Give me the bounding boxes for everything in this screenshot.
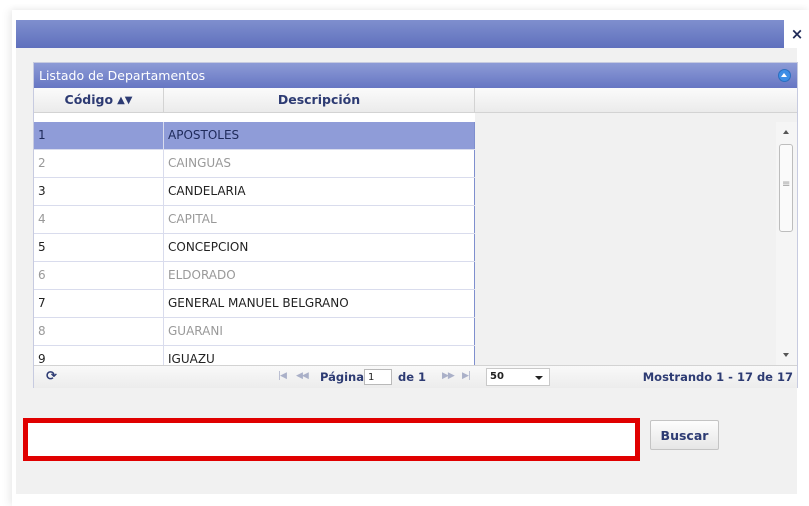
table-row[interactable]: 9 IGUAZU <box>34 346 475 365</box>
column-header-description-label: Descripción <box>277 92 361 107</box>
cell-code: 7 <box>34 290 164 317</box>
cell-code: 3 <box>34 178 164 205</box>
grid-caption: Listado de Departamentos <box>34 63 797 88</box>
search-input[interactable] <box>23 418 640 461</box>
next-page-icon[interactable]: ▶▶ <box>442 371 455 381</box>
cell-description: CONCEPCION <box>164 234 475 261</box>
cell-description: CANDELARIA <box>164 178 475 205</box>
cell-code: 2 <box>34 150 164 177</box>
scroll-thumb[interactable] <box>779 144 793 232</box>
cell-code: 5 <box>34 234 164 261</box>
sort-icon[interactable]: ▲▼ <box>117 89 132 113</box>
pager: ⟳ |◀ ◀◀ Página 1 de 1 ▶▶ ▶| 50 Mostrando… <box>34 365 797 388</box>
scroll-up-icon[interactable] <box>783 130 789 134</box>
cell-code: 1 <box>34 122 164 149</box>
close-icon[interactable]: × <box>785 20 809 48</box>
records-count: Mostrando 1 - 17 de 17 <box>642 370 793 384</box>
table-row[interactable]: 8 GUARANI <box>34 318 475 346</box>
table-row[interactable]: 2 CAINGUAS <box>34 150 475 178</box>
column-headers: Código ▲▼ Descripción <box>34 88 797 113</box>
table-row[interactable]: 3 CANDELARIA <box>34 178 475 206</box>
column-header-code[interactable]: Código ▲▼ <box>34 88 164 112</box>
rows-per-page-select[interactable]: 50 <box>486 368 550 386</box>
grid-rows: 1 APOSTOLES 2 CAINGUAS 3 CANDELARIA 4 CAPITA… <box>34 122 475 365</box>
dialog-titlebar[interactable] <box>16 20 784 48</box>
page-number-input[interactable]: 1 <box>364 369 392 385</box>
table-row[interactable]: 1 APOSTOLES <box>34 122 475 150</box>
scroll-down-icon[interactable] <box>783 353 789 357</box>
grid-title: Listado de Departamentos <box>39 68 206 83</box>
table-row[interactable]: 7 GENERAL MANUEL BELGRANO <box>34 290 475 318</box>
column-header-description[interactable]: Descripción <box>164 88 475 112</box>
cell-description: CAINGUAS <box>164 150 475 177</box>
departments-grid: Listado de Departamentos Código ▲▼ Descri… <box>33 62 798 388</box>
cell-code: 4 <box>34 206 164 233</box>
grid-empty-area <box>475 113 797 366</box>
cell-code: 6 <box>34 262 164 289</box>
prev-page-icon[interactable]: ◀◀ <box>296 371 309 381</box>
cell-description: IGUAZU <box>164 346 475 365</box>
vertical-scrollbar[interactable] <box>776 122 797 365</box>
page-total-label: de 1 <box>398 370 427 384</box>
last-page-icon[interactable]: ▶| <box>462 371 471 381</box>
collapse-icon[interactable] <box>778 69 791 82</box>
search-button[interactable]: Buscar <box>650 420 719 450</box>
cell-code: 9 <box>34 346 164 365</box>
cell-code: 8 <box>34 318 164 345</box>
table-row[interactable]: 5 CONCEPCION <box>34 234 475 262</box>
cell-description: APOSTOLES <box>164 122 475 149</box>
table-row[interactable]: 4 CAPITAL <box>34 206 475 234</box>
column-header-code-label: Código <box>64 92 114 107</box>
refresh-icon[interactable]: ⟳ <box>46 369 57 384</box>
cell-description: ELDORADO <box>164 262 475 289</box>
cell-description: GUARANI <box>164 318 475 345</box>
first-page-icon[interactable]: |◀ <box>278 371 287 381</box>
cell-description: CAPITAL <box>164 206 475 233</box>
page-label: Página <box>320 370 365 384</box>
cell-description: GENERAL MANUEL BELGRANO <box>164 290 475 317</box>
table-row[interactable]: 6 ELDORADO <box>34 262 475 290</box>
